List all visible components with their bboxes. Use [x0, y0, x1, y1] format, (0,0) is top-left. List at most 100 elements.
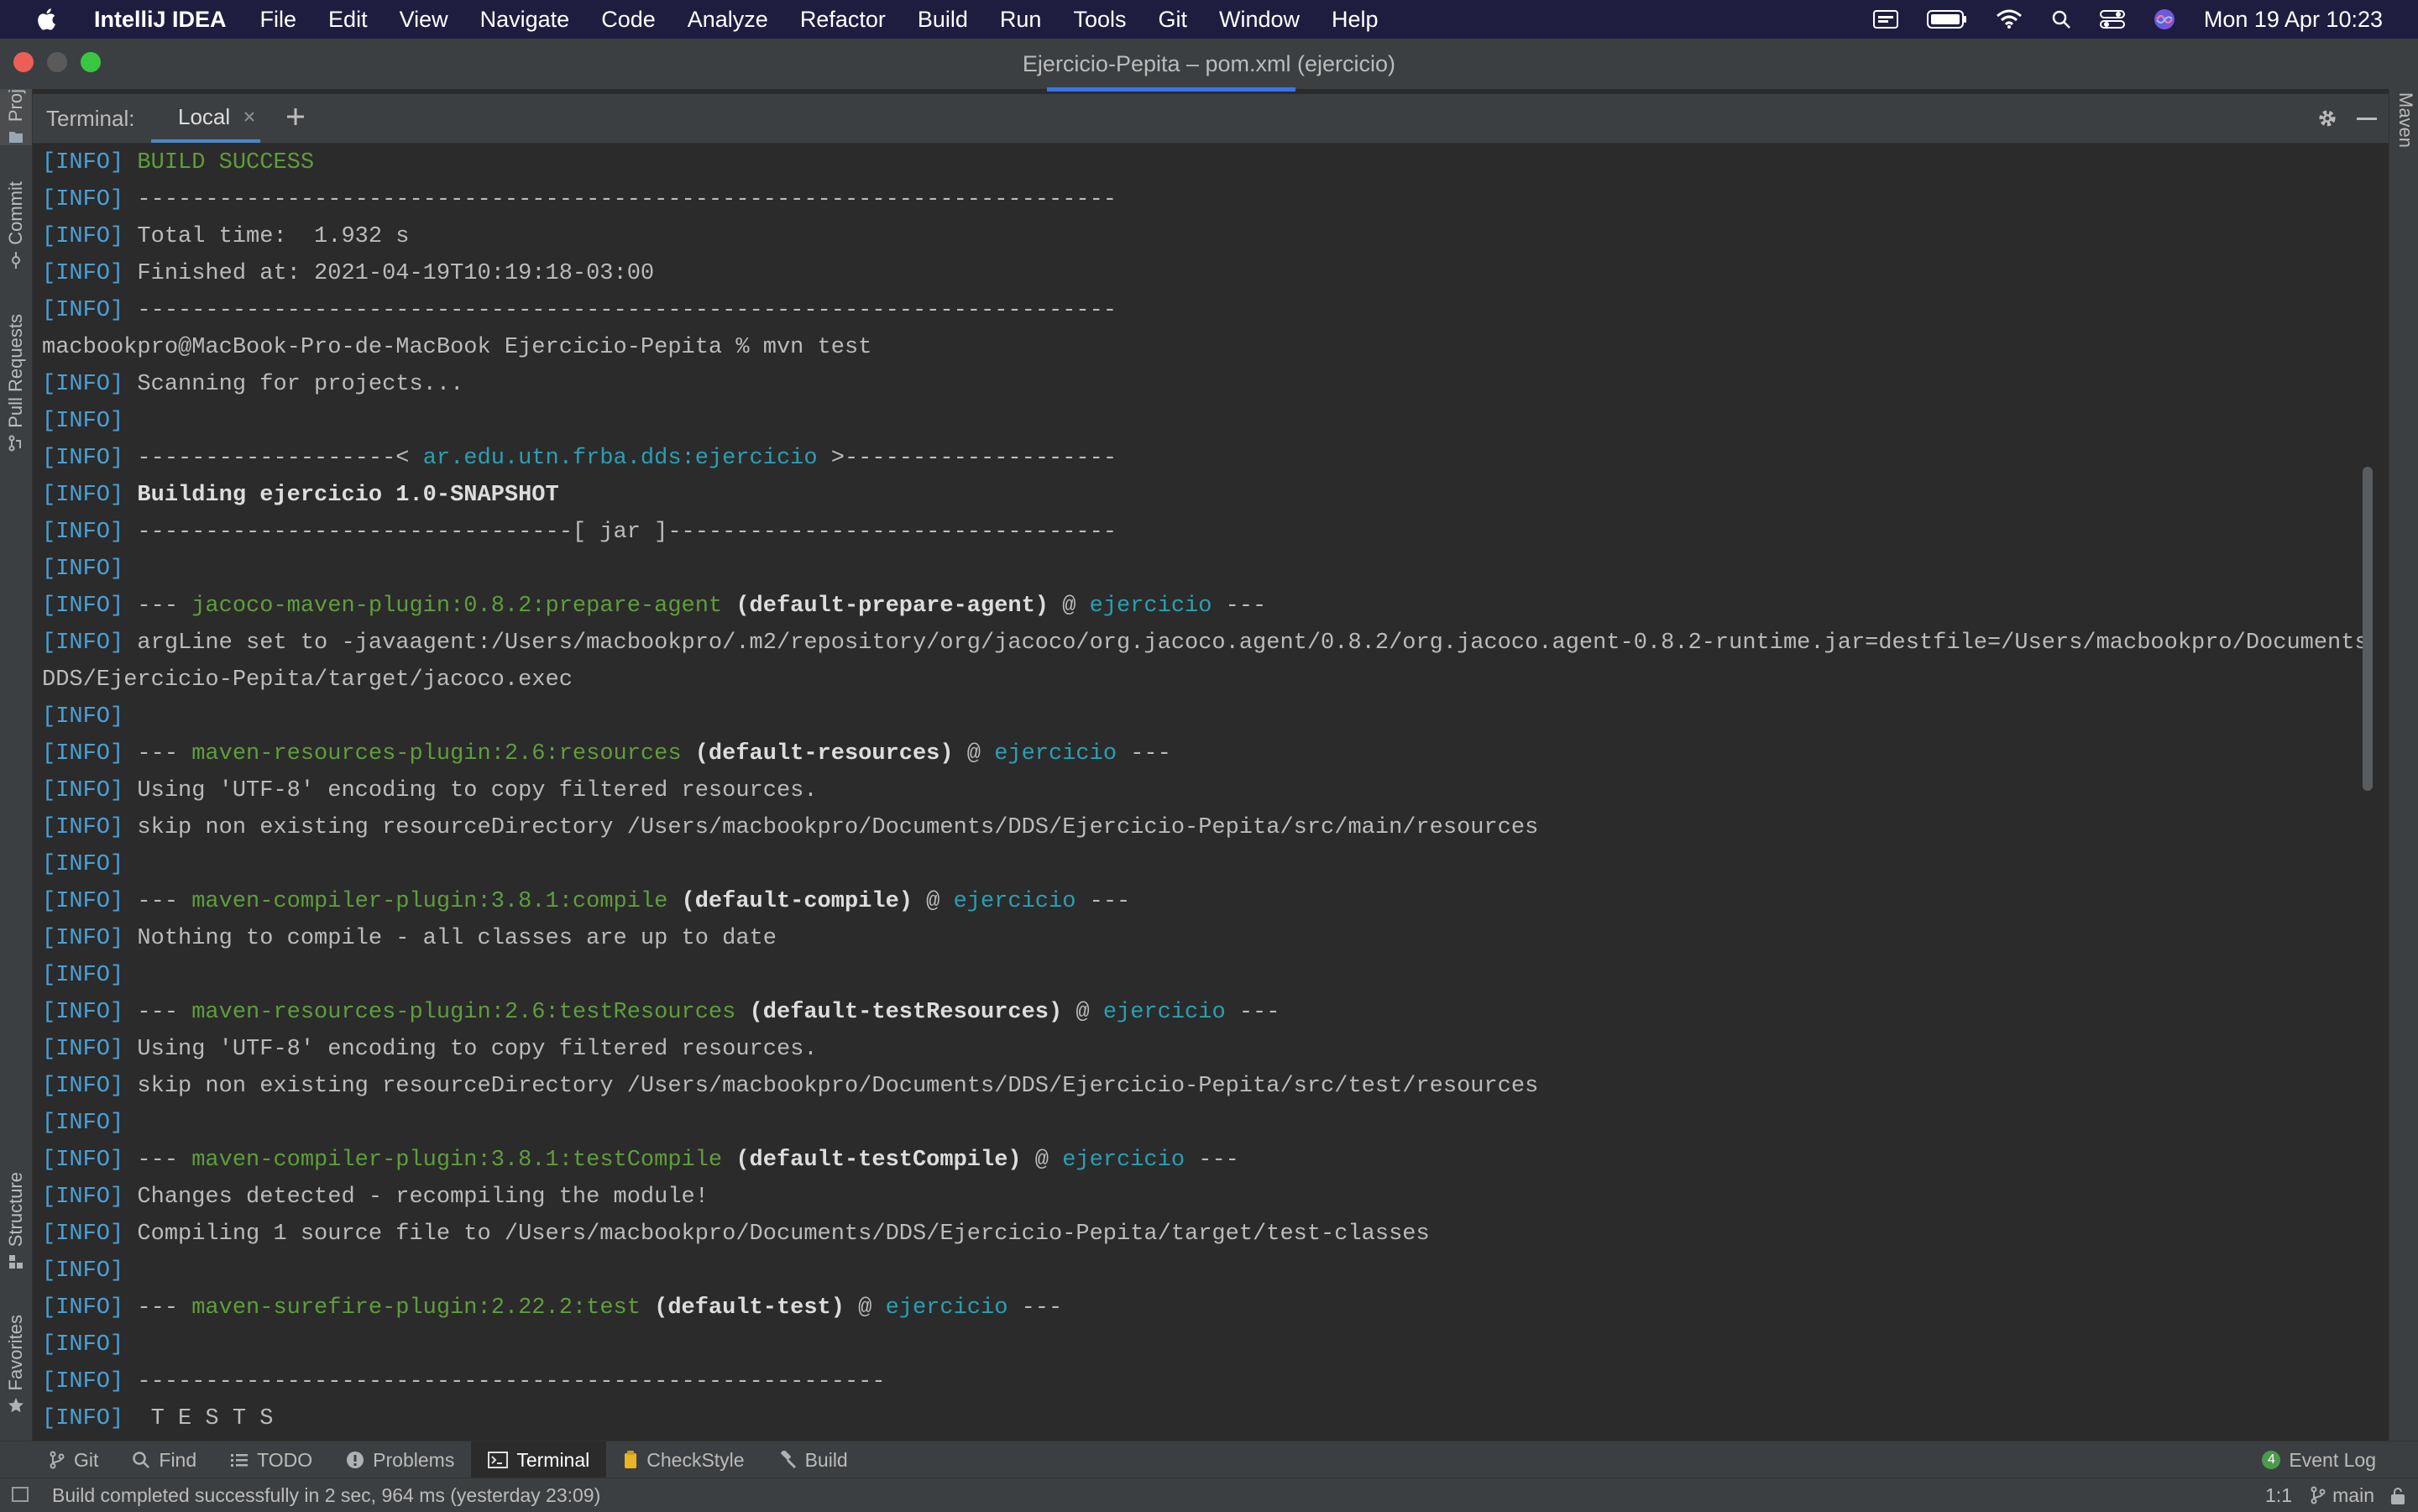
menu-file[interactable]: File — [260, 7, 297, 33]
log-level: [INFO] — [42, 852, 124, 877]
terminal-scrollbar[interactable] — [2363, 467, 2373, 791]
commit-icon — [12, 251, 20, 269]
commit-tool-tab[interactable]: Commit — [0, 181, 32, 269]
menu-view[interactable]: View — [400, 7, 448, 33]
terminal-label: Terminal: — [46, 106, 135, 131]
terminal-line: [INFO] Finished at: 2021-04-19T10:19:18-… — [42, 255, 2368, 292]
menu-refactor[interactable]: Refactor — [800, 7, 886, 33]
caret-position[interactable]: 1:1 — [2265, 1478, 2292, 1512]
menu-build[interactable]: Build — [918, 7, 968, 33]
spotlight-icon[interactable] — [2051, 9, 2071, 29]
log-level: [INFO] — [42, 1258, 124, 1284]
structure-tool-tab[interactable]: Structure — [0, 1172, 32, 1270]
project-id: ejercicio — [994, 741, 1117, 766]
app-name[interactable]: IntelliJ IDEA — [94, 7, 227, 33]
git-branch-widget[interactable]: main — [2311, 1478, 2374, 1512]
status-message[interactable]: Build completed successfully in 2 sec, 9… — [52, 1478, 600, 1512]
build-tool-button[interactable]: Build — [762, 1441, 865, 1478]
event-log-button[interactable]: 4 Event Log — [2262, 1441, 2376, 1478]
line-text: Finished at: 2021-04-19T10:19:18-03:00 — [123, 261, 655, 286]
project-id: ejercicio — [1089, 594, 1212, 619]
siri-icon[interactable] — [2154, 8, 2175, 30]
log-level: [INFO] — [42, 1037, 124, 1062]
control-center-icon[interactable] — [2099, 9, 2125, 29]
terminal-icon — [488, 1452, 509, 1468]
menu-edit[interactable]: Edit — [328, 7, 368, 33]
log-level: [INFO] — [42, 483, 124, 508]
log-level: [INFO] — [42, 741, 124, 766]
menu-tools[interactable]: Tools — [1073, 7, 1126, 33]
wifi-icon[interactable] — [1996, 9, 2023, 29]
terminal-output[interactable]: [INFO] BUILD SUCCESS [INFO] -------------… — [42, 144, 2368, 1437]
terminal-tool-label: Terminal — [516, 1448, 590, 1471]
log-level: [INFO] — [42, 926, 124, 951]
menu-help[interactable]: Help — [1332, 7, 1379, 33]
log-level: [INFO] — [42, 1369, 124, 1394]
toggle-tool-windows-icon[interactable] — [12, 1487, 29, 1502]
line-text: Changes detected - recompiling the modul… — [123, 1185, 709, 1210]
line-text: Compiling 1 source file to /Users/macboo… — [123, 1222, 1430, 1247]
line-text: @ — [953, 741, 995, 766]
log-level: [INFO] — [42, 150, 124, 175]
line-text: @ — [844, 1295, 886, 1321]
log-level: [INFO] — [42, 630, 124, 656]
terminal-line: [INFO] BUILD SUCCESS — [42, 144, 2368, 181]
menu-run[interactable]: Run — [1000, 7, 1042, 33]
menu-code[interactable]: Code — [601, 7, 656, 33]
terminal-line: [INFO] --- jacoco-maven-plugin:0.8.2:pre… — [42, 588, 2368, 625]
line-text: DDS/Ejercicio-Pepita/target/jacoco.exec — [42, 667, 573, 693]
terminal-tool-button[interactable]: Terminal — [471, 1441, 607, 1478]
project-id: ejercicio — [885, 1295, 1008, 1321]
log-level: [INFO] — [42, 224, 124, 249]
event-log-count-badge: 4 — [2262, 1451, 2281, 1469]
terminal-line: [INFO] Compiling 1 source file to /Users… — [42, 1216, 2368, 1253]
search-icon — [133, 1452, 150, 1468]
execution-id: (default-test) — [640, 1295, 845, 1321]
git-tool-label: Git — [74, 1448, 99, 1471]
checkstyle-tool-button[interactable]: CheckStyle — [606, 1441, 761, 1478]
new-terminal-tab-icon[interactable] — [285, 106, 306, 128]
right-tool-stripe: Maven — [2389, 89, 2418, 1441]
menu-window[interactable]: Window — [1219, 7, 1300, 33]
plugin-goal: maven-resources-plugin:2.6:testResources — [191, 1000, 736, 1025]
problems-tool-button[interactable]: Problems — [329, 1441, 471, 1478]
status-bar: Build completed successfully in 2 sec, 9… — [0, 1478, 2418, 1512]
find-tool-button[interactable]: Find — [115, 1441, 213, 1478]
line-text — [123, 483, 137, 508]
git-tool-button[interactable]: Git — [32, 1441, 115, 1478]
pull-requests-tool-tab[interactable]: Pull Requests — [0, 314, 32, 452]
menubar-clock[interactable]: Mon 19 Apr 10:23 — [2204, 7, 2383, 33]
log-level: [INFO] — [42, 1332, 124, 1358]
lock-icon[interactable] — [2389, 1487, 2406, 1505]
editor-tab-underline — [1047, 87, 1295, 92]
menu-navigate[interactable]: Navigate — [480, 7, 570, 33]
log-level: [INFO] — [42, 1295, 124, 1321]
close-tab-icon[interactable] — [243, 111, 255, 123]
terminal-tab-label: Local — [178, 103, 231, 129]
battery-icon[interactable] — [1926, 10, 1967, 29]
todo-tool-button[interactable]: TODO — [213, 1441, 329, 1478]
log-level: [INFO] — [42, 1148, 124, 1173]
line-text: --------------------------------[ jar ]-… — [123, 520, 1117, 545]
terminal-tab-local[interactable]: Local — [151, 94, 261, 143]
menu-git[interactable]: Git — [1158, 7, 1187, 33]
problems-tool-label: Problems — [373, 1448, 455, 1471]
maven-tool-tab[interactable]: Maven — [2394, 92, 2416, 148]
hide-panel-icon[interactable] — [2357, 118, 2377, 120]
input-source-icon[interactable] — [1872, 10, 1898, 29]
gear-icon[interactable] — [2316, 107, 2338, 129]
project-tool-tab[interactable]: Proj — [0, 89, 32, 146]
warning-icon — [347, 1452, 364, 1468]
log-level: [INFO] — [42, 372, 124, 397]
line-text: --- — [1185, 1148, 1239, 1173]
line-text: --- — [123, 741, 192, 766]
favorites-tool-tab[interactable]: Favorites — [0, 1315, 32, 1414]
apple-logo-icon[interactable] — [35, 7, 60, 32]
terminal-line: [INFO] ---------------------------------… — [42, 292, 2368, 329]
line-text: @ — [912, 889, 954, 914]
log-level: [INFO] — [42, 963, 124, 988]
line-text: --- — [123, 1148, 192, 1173]
terminal-line: [INFO] Scanning for projects... — [42, 366, 2368, 403]
project-id: ejercicio — [1062, 1148, 1185, 1173]
menu-analyze[interactable]: Analyze — [688, 7, 768, 33]
